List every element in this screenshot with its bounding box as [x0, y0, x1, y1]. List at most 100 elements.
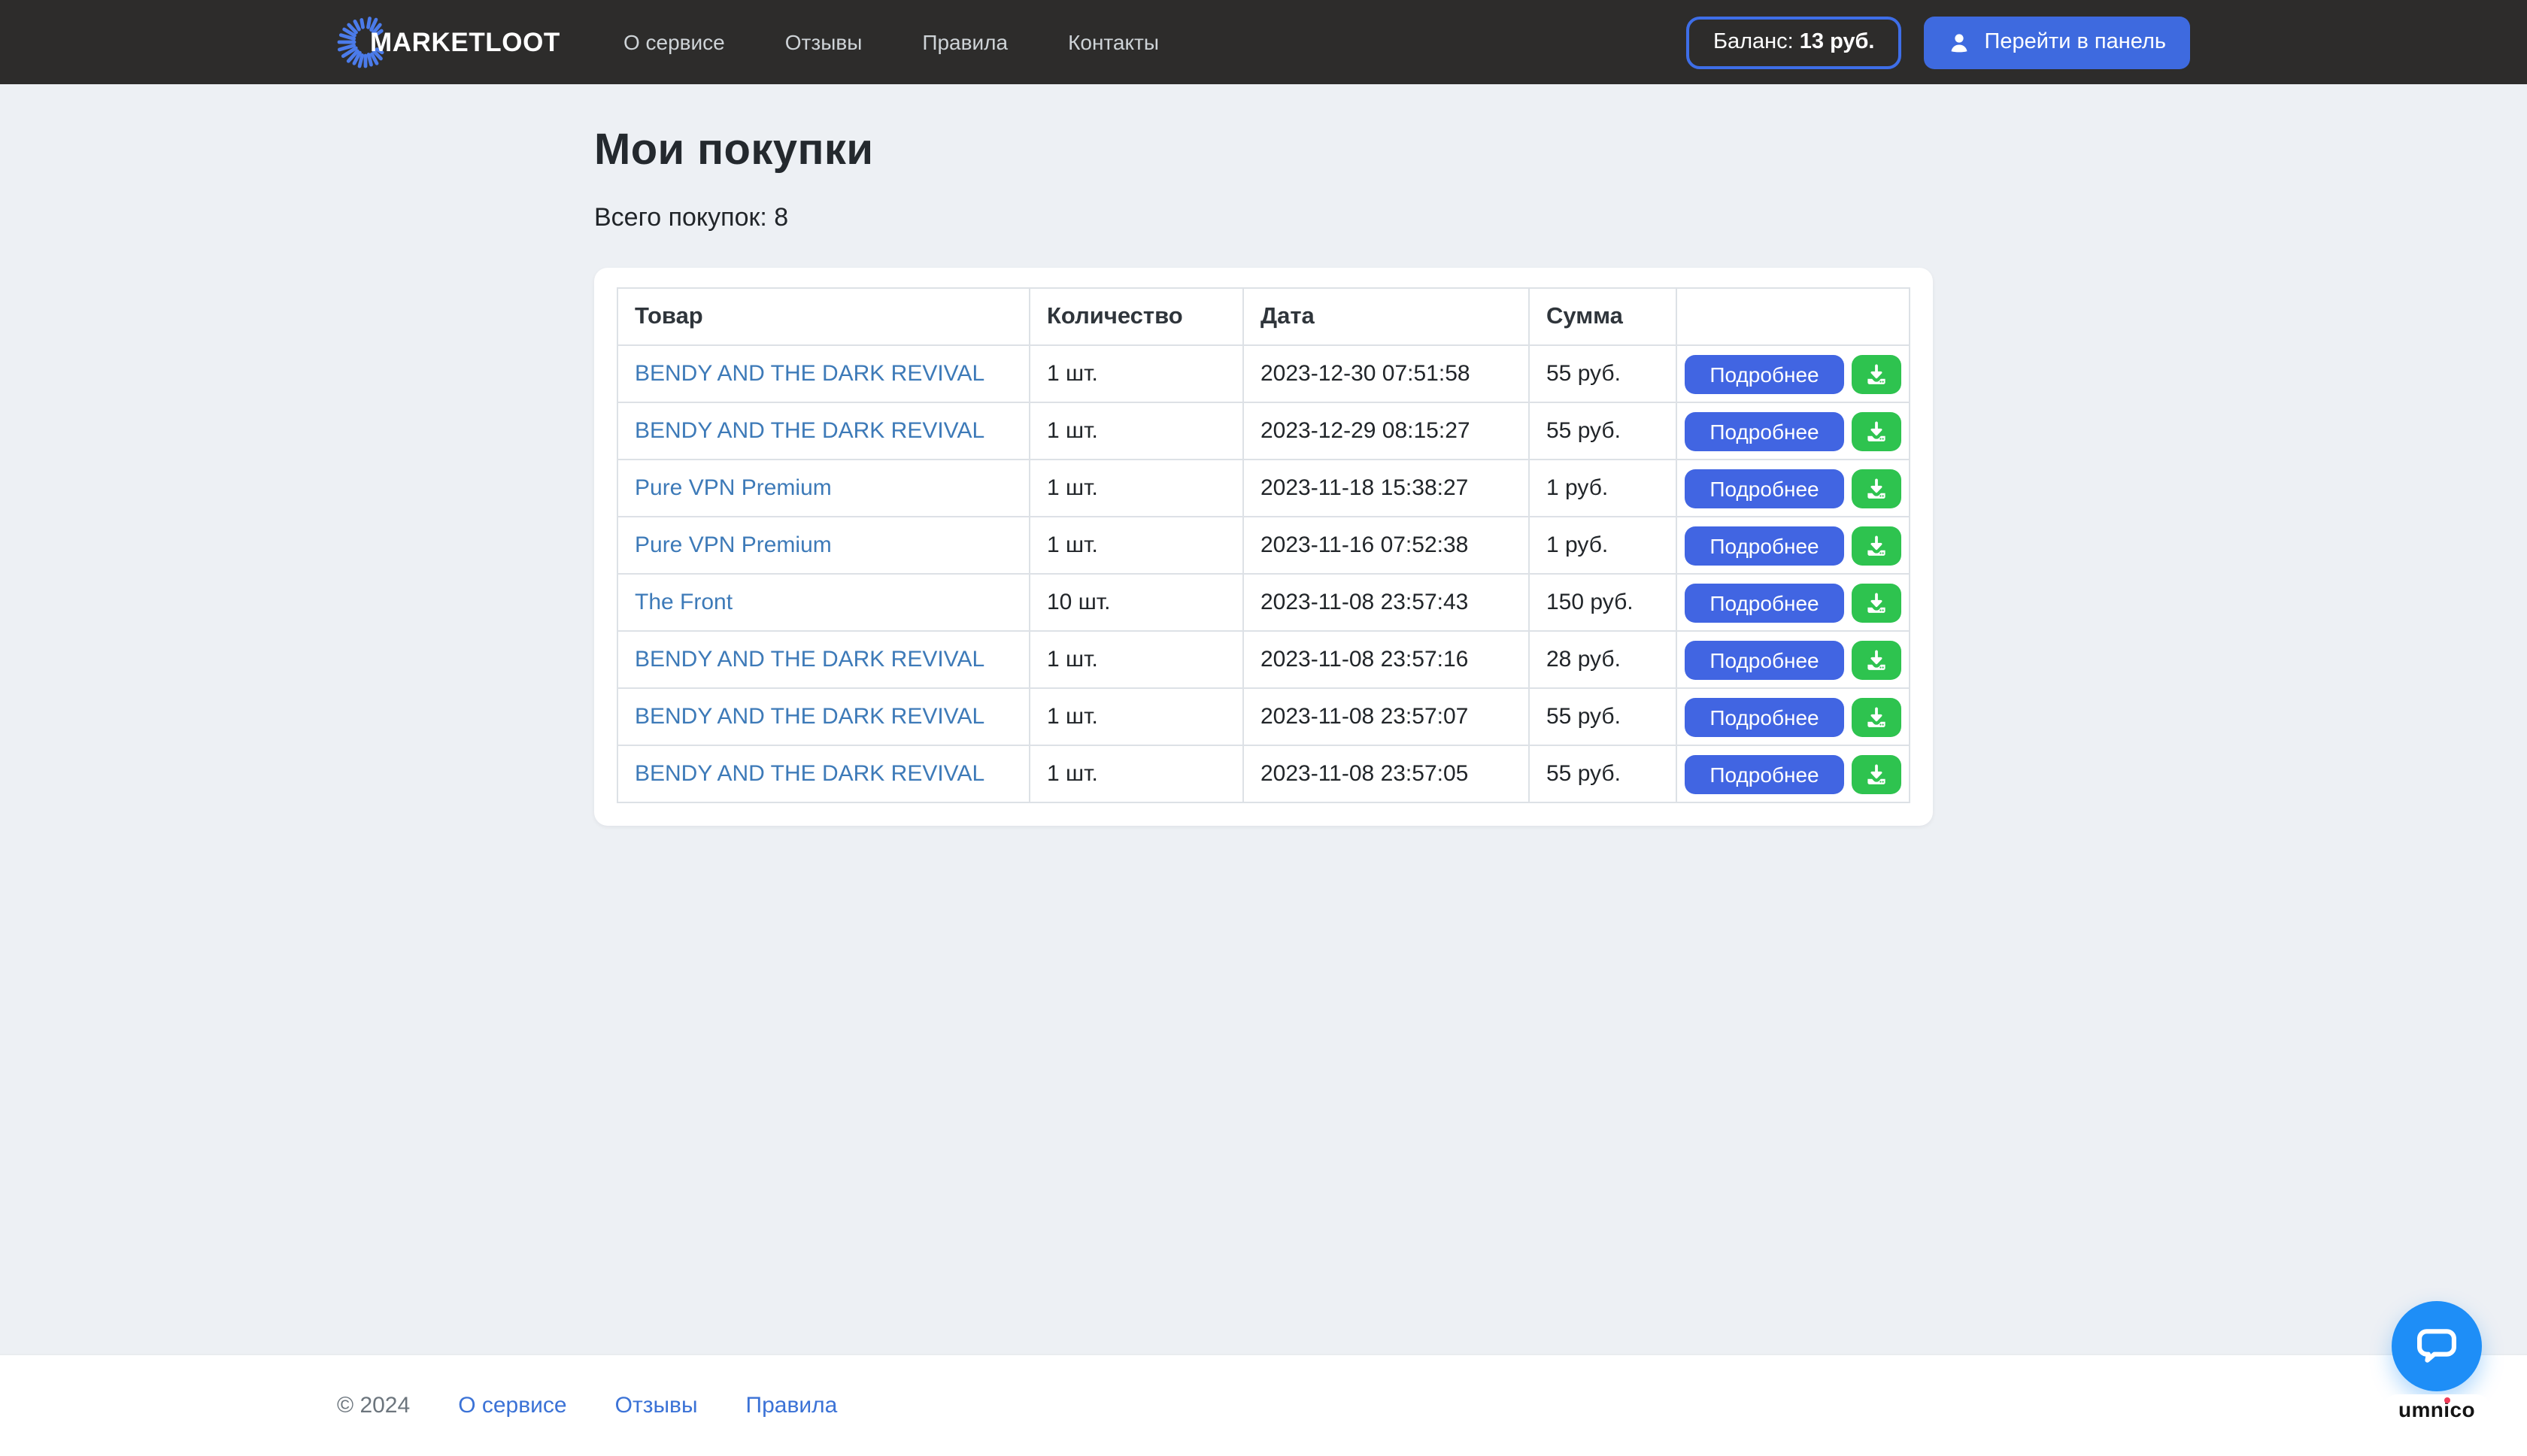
actions-cell: Подробнее — [1676, 688, 1910, 745]
sum-cell: 1 руб. — [1529, 517, 1676, 574]
table-header-row: Товар Количество Дата Сумма — [617, 288, 1910, 345]
download-button[interactable] — [1852, 697, 1901, 736]
chat-widget-button[interactable] — [2392, 1301, 2482, 1391]
product-link[interactable]: Pure VPN Premium — [635, 475, 832, 501]
quantity-cell: 1 шт. — [1030, 460, 1243, 517]
product-link[interactable]: The Front — [635, 590, 733, 615]
download-icon — [1865, 648, 1888, 671]
actions-cell: Подробнее — [1676, 631, 1910, 688]
purchases-count: Всего покупок: 8 — [594, 203, 1933, 233]
download-icon — [1865, 362, 1888, 385]
go-to-panel-label: Перейти в панель — [1985, 30, 2167, 54]
nav-item[interactable]: Отзывы — [785, 30, 863, 54]
footer: © 2024 О сервисе Отзывы Правила — [0, 1354, 2527, 1456]
page: MARKETLOOT О сервисе Отзывы Правила Контакт… — [0, 0, 2527, 1456]
purchases-card: Товар Количество Дата Сумма BENDY AND TH… — [594, 268, 1933, 826]
nav-item[interactable]: О сервисе — [623, 30, 725, 54]
page-title: Мои покупки — [594, 126, 1933, 176]
quantity-cell: 1 шт. — [1030, 517, 1243, 574]
download-button[interactable] — [1852, 754, 1901, 793]
umnico-brand-text: umnico — [2398, 1397, 2475, 1421]
nav-item[interactable]: Правила — [922, 30, 1008, 54]
date-cell: 2023-11-08 23:57:43 — [1243, 574, 1529, 631]
balance-chip[interactable]: Баланс: 13 руб. — [1686, 16, 1902, 68]
sum-cell: 1 руб. — [1529, 460, 1676, 517]
product-cell: BENDY AND THE DARK REVIVAL — [617, 402, 1030, 460]
user-icon — [1949, 31, 1971, 53]
download-icon — [1865, 705, 1888, 728]
actions-cell: Подробнее — [1676, 517, 1910, 574]
download-button[interactable] — [1852, 583, 1901, 622]
sum-cell: 55 руб. — [1529, 688, 1676, 745]
details-button[interactable]: Подробнее — [1685, 640, 1844, 679]
download-icon — [1865, 420, 1888, 442]
header: MARKETLOOT О сервисе Отзывы Правила Контакт… — [0, 0, 2527, 84]
column-header-date: Дата — [1243, 288, 1529, 345]
table-row: The Front 10 шт. 2023-11-08 23:57:43 150… — [617, 574, 1910, 631]
date-cell: 2023-12-30 07:51:58 — [1243, 345, 1529, 402]
details-button[interactable]: Подробнее — [1685, 526, 1844, 565]
main-nav: О сервисе Отзывы Правила Контакты — [623, 30, 1159, 54]
footer-link[interactable]: О сервисе — [458, 1393, 566, 1418]
download-button[interactable] — [1852, 469, 1901, 508]
details-button[interactable]: Подробнее — [1685, 469, 1844, 508]
chat-bubble-icon — [2413, 1322, 2461, 1370]
download-icon — [1865, 477, 1888, 499]
quantity-cell: 1 шт. — [1030, 345, 1243, 402]
sum-cell: 150 руб. — [1529, 574, 1676, 631]
nav-item[interactable]: Контакты — [1068, 30, 1159, 54]
product-cell: BENDY AND THE DARK REVIVAL — [617, 745, 1030, 802]
product-cell: BENDY AND THE DARK REVIVAL — [617, 688, 1030, 745]
date-cell: 2023-11-08 23:57:16 — [1243, 631, 1529, 688]
date-cell: 2023-11-18 15:38:27 — [1243, 460, 1529, 517]
date-cell: 2023-11-16 07:52:38 — [1243, 517, 1529, 574]
quantity-cell: 1 шт. — [1030, 402, 1243, 460]
table-row: BENDY AND THE DARK REVIVAL 1 шт. 2023-11… — [617, 688, 1910, 745]
details-button[interactable]: Подробнее — [1685, 583, 1844, 622]
table-row: Pure VPN Premium 1 шт. 2023-11-16 07:52:… — [617, 517, 1910, 574]
date-cell: 2023-11-08 23:57:05 — [1243, 745, 1529, 802]
product-link[interactable]: BENDY AND THE DARK REVIVAL — [635, 361, 984, 387]
product-link[interactable]: BENDY AND THE DARK REVIVAL — [635, 761, 984, 787]
sum-cell: 28 руб. — [1529, 631, 1676, 688]
column-header-quantity: Количество — [1030, 288, 1243, 345]
table-row: BENDY AND THE DARK REVIVAL 1 шт. 2023-11… — [617, 745, 1910, 802]
product-cell: BENDY AND THE DARK REVIVAL — [617, 345, 1030, 402]
footer-link[interactable]: Отзывы — [615, 1393, 698, 1418]
quantity-cell: 10 шт. — [1030, 574, 1243, 631]
date-cell: 2023-11-08 23:57:07 — [1243, 688, 1529, 745]
copyright: © 2024 — [337, 1393, 410, 1418]
product-cell: The Front — [617, 574, 1030, 631]
actions-cell: Подробнее — [1676, 574, 1910, 631]
product-link[interactable]: Pure VPN Premium — [635, 532, 832, 558]
actions-cell: Подробнее — [1676, 745, 1910, 802]
download-button[interactable] — [1852, 354, 1901, 393]
product-link[interactable]: BENDY AND THE DARK REVIVAL — [635, 418, 984, 444]
logo[interactable]: MARKETLOOT — [337, 14, 560, 71]
umnico-brand-label: umnico — [2383, 1394, 2491, 1424]
actions-cell: Подробнее — [1676, 460, 1910, 517]
product-cell: BENDY AND THE DARK REVIVAL — [617, 631, 1030, 688]
download-button[interactable] — [1852, 640, 1901, 679]
download-button[interactable] — [1852, 411, 1901, 450]
umnico-brand-dot — [2444, 1397, 2450, 1403]
details-button[interactable]: Подробнее — [1685, 354, 1844, 393]
logo-text: MARKETLOOT — [370, 26, 560, 58]
sum-cell: 55 руб. — [1529, 345, 1676, 402]
download-icon — [1865, 591, 1888, 614]
download-icon — [1865, 534, 1888, 557]
download-button[interactable] — [1852, 526, 1901, 565]
purchases-table: Товар Количество Дата Сумма BENDY AND TH… — [617, 287, 1910, 803]
quantity-cell: 1 шт. — [1030, 745, 1243, 802]
go-to-panel-button[interactable]: Перейти в панель — [1925, 16, 2191, 68]
column-header-actions — [1676, 288, 1910, 345]
table-row: BENDY AND THE DARK REVIVAL 1 шт. 2023-11… — [617, 631, 1910, 688]
table-row: BENDY AND THE DARK REVIVAL 1 шт. 2023-12… — [617, 345, 1910, 402]
footer-link[interactable]: Правила — [746, 1393, 838, 1418]
product-link[interactable]: BENDY AND THE DARK REVIVAL — [635, 704, 984, 730]
details-button[interactable]: Подробнее — [1685, 411, 1844, 450]
column-header-product: Товар — [617, 288, 1030, 345]
product-link[interactable]: BENDY AND THE DARK REVIVAL — [635, 647, 984, 672]
details-button[interactable]: Подробнее — [1685, 754, 1844, 793]
details-button[interactable]: Подробнее — [1685, 697, 1844, 736]
